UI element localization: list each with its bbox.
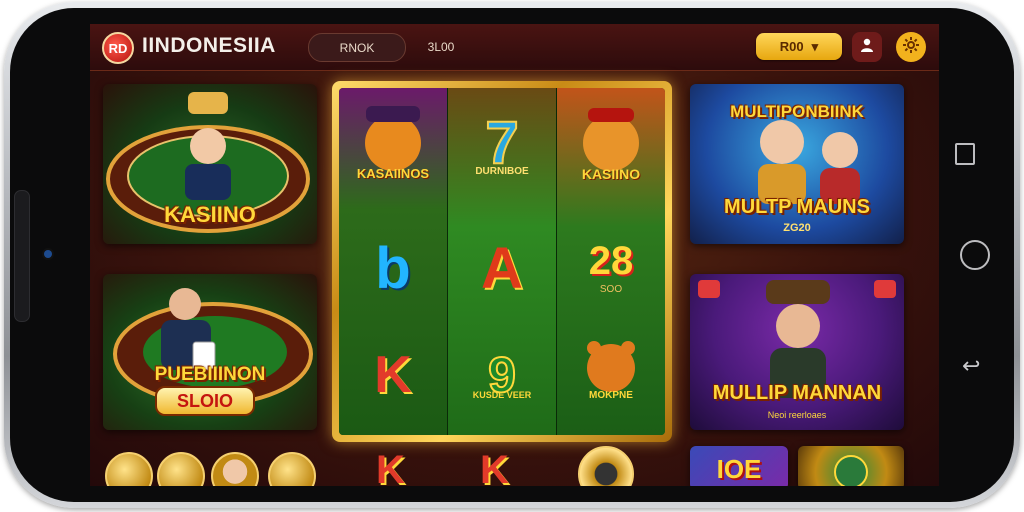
bottom-symbol-k1: K <box>376 448 405 486</box>
game-card-multi-bottom[interactable]: MULLIP MANNAN Neoi reerloaes <box>690 274 904 430</box>
coins-label: R00 <box>779 39 804 54</box>
reel-2-low-label: KUSDE VEER <box>472 390 532 400</box>
reel-2-symbol-top: 7 <box>448 88 556 198</box>
gear-icon <box>902 36 920 58</box>
chevron-down-icon: ▾ <box>811 38 819 54</box>
reel-1-symbol-mid: b <box>375 235 411 301</box>
front-camera <box>44 250 52 258</box>
game-card-kasino[interactable]: KASIINO <box>103 84 317 244</box>
reel-2-symbol-mid: A <box>481 235 523 301</box>
coin-icon[interactable] <box>105 452 153 486</box>
multi-bottom-title: MULLIP MANNAN <box>712 382 882 404</box>
game-card-promo[interactable]: PUEBIIINON SLOIO <box>103 274 317 430</box>
globe-icon <box>834 455 868 486</box>
balance-text: 3L00 <box>427 39 455 54</box>
reel-2: 7 DURNIBOE A 9 KUSDE VEER <box>448 88 557 435</box>
profile-button[interactable] <box>852 32 882 62</box>
reel-2-top-label: DURNIBOE <box>475 166 529 177</box>
settings-button[interactable] <box>896 32 926 62</box>
reel-3-symbol-mid: 28 <box>588 238 634 283</box>
reel-1-symbol-low: K <box>374 346 412 404</box>
home-icon[interactable] <box>960 240 990 270</box>
performer-illustration <box>698 280 896 398</box>
multi-top-title: MULTIPONBIINK <box>730 102 864 121</box>
reel-2-symbol-low: 9 <box>448 320 556 430</box>
bottom-tile-text: IOE <box>716 454 762 484</box>
coin-icon[interactable] <box>268 452 316 486</box>
reel-3-mid-sub: SOO <box>599 284 623 295</box>
multi-top-sub: ZG20 <box>783 222 811 234</box>
reel-1-symbol-top <box>339 88 447 198</box>
bottom-symbol-k2: K <box>480 448 509 486</box>
user-icon <box>859 37 875 57</box>
brand-title: IINDONESIIA <box>142 34 276 57</box>
app-screen: RD IINDONESIIA RNOK 3L00 R00 ▾ KASIINO P… <box>90 24 939 486</box>
top-bar: RD IINDONESIIA RNOK 3L00 R00 ▾ <box>90 24 939 71</box>
coins-dropdown-button[interactable]: R00 ▾ <box>756 33 842 60</box>
reels-window: KASAIINOS b K 7 DURNIBOE A 9 KUSDE VEER … <box>339 88 665 435</box>
avatar-coin-icon[interactable] <box>211 452 259 486</box>
reel-1: KASAIINOS b K <box>339 88 448 435</box>
user-name-pill[interactable]: RNOK <box>308 33 406 62</box>
reel-3-low-label: MOKPNE <box>589 390 633 401</box>
promo-title: PUEBIIINON <box>154 364 266 385</box>
reel-3-symbol-low <box>557 310 665 420</box>
kasino-title: KASIINO <box>164 202 256 227</box>
reel-3: KASIINO 28 SOO MOKPNE <box>557 88 665 435</box>
slot-reels[interactable]: KASAIINOS b K 7 DURNIBOE A 9 KUSDE VEER … <box>332 81 672 442</box>
bottom-tile-left[interactable]: IOE <box>690 446 788 486</box>
back-icon[interactable]: ↩ <box>962 355 980 377</box>
promo-badge: SLOIO <box>155 386 255 416</box>
app-logo[interactable]: RD <box>102 32 134 64</box>
multi-bottom-sub: Neoi reerloaes <box>767 410 827 420</box>
reel-3-top-label: KASIINO <box>581 166 641 182</box>
coin-icon[interactable] <box>157 452 205 486</box>
spin-knob-icon[interactable] <box>578 446 634 486</box>
bottom-tile-right[interactable] <box>798 446 904 486</box>
multi-top-subtitle: MULTP MAUNS <box>724 196 870 218</box>
recent-apps-icon[interactable] <box>955 143 975 165</box>
reel-1-top-label: KASAIINOS <box>356 166 430 181</box>
phone-speaker <box>14 190 30 322</box>
game-card-multi-top[interactable]: MULTIPONBIINK MULTP MAUNS ZG20 <box>690 84 904 244</box>
